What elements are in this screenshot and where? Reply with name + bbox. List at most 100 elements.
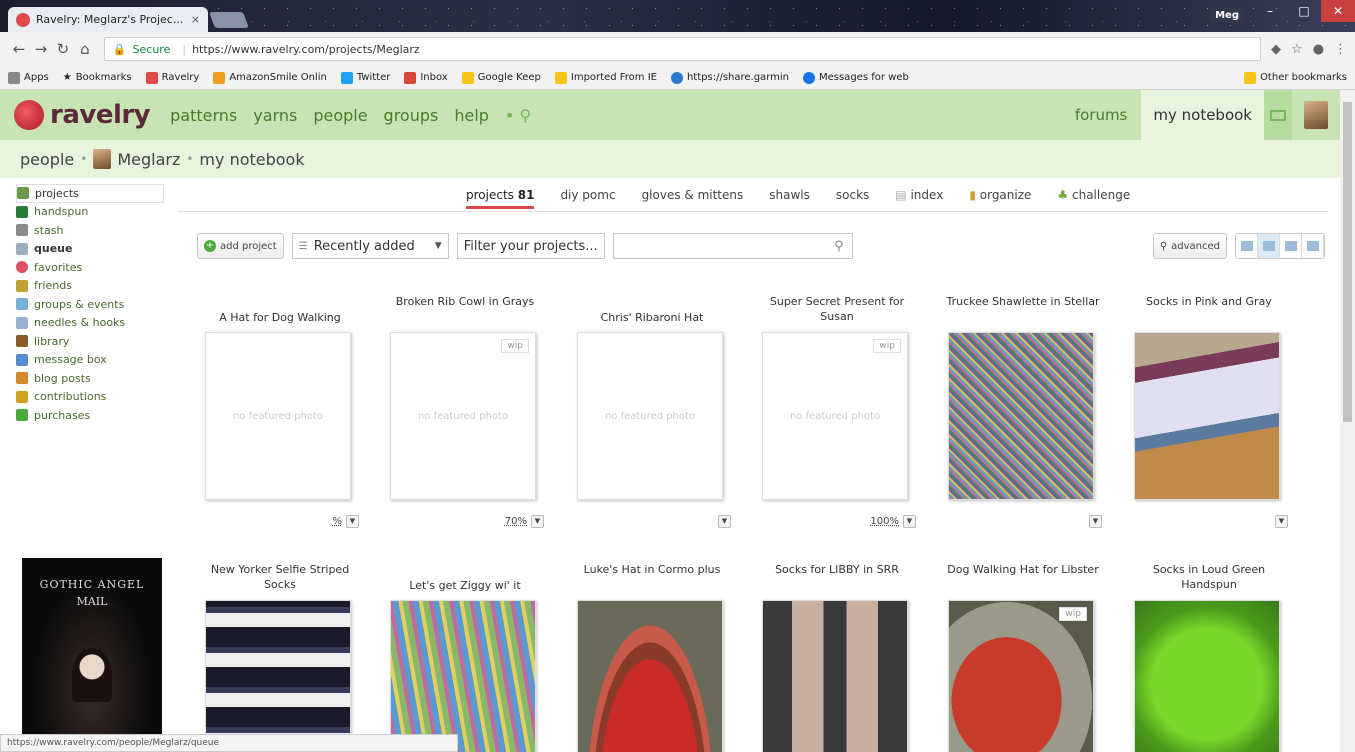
message-icon[interactable] xyxy=(1264,90,1292,140)
project-title[interactable]: Let's get Ziggy wi' it xyxy=(380,578,550,593)
project-photo[interactable] xyxy=(205,600,351,752)
progress-control[interactable]: ▼ xyxy=(1089,515,1102,528)
tab-close-icon[interactable]: × xyxy=(191,13,200,26)
nav-groups[interactable]: groups xyxy=(384,106,439,125)
menu-icon[interactable]: ⋮ xyxy=(1334,42,1347,57)
large-view-icon[interactable] xyxy=(1280,234,1302,258)
bookmark-ravelry[interactable]: Ravelry xyxy=(145,71,199,84)
sidebar-item-blog[interactable]: blog posts xyxy=(16,369,164,388)
sidebar-item-messages[interactable]: message box xyxy=(16,351,164,370)
tab-shawls[interactable]: shawls xyxy=(769,184,810,209)
project-photo[interactable] xyxy=(762,600,908,752)
chevron-down-icon[interactable]: ▼ xyxy=(1089,515,1102,528)
profile-button[interactable]: Meg xyxy=(1209,8,1245,23)
chevron-down-icon[interactable]: ▼ xyxy=(1275,515,1288,528)
tab-socks[interactable]: socks xyxy=(836,184,869,209)
back-icon[interactable]: ← xyxy=(8,40,30,58)
url-input[interactable]: 🔒 Secure | https://www.ravelry.com/proje… xyxy=(103,37,1262,61)
user-avatar[interactable] xyxy=(1292,90,1340,140)
nav-yarns[interactable]: yarns xyxy=(253,106,297,125)
sidebar-item-handspun[interactable]: handspun xyxy=(16,203,164,222)
extension-icon-2[interactable]: ● xyxy=(1313,42,1324,57)
browser-tab[interactable]: Ravelry: Meglarz's Projec... × xyxy=(8,7,208,32)
project-search-input[interactable]: ⚲ xyxy=(612,233,853,259)
project-photo[interactable]: no featured photo xyxy=(577,332,723,500)
tab-gloves-mittens[interactable]: gloves & mittens xyxy=(642,184,744,209)
sidebar-item-contributions[interactable]: contributions xyxy=(16,388,164,407)
project-photo[interactable]: wip no featured photo xyxy=(762,332,908,500)
filter-select[interactable]: Filter your projects... xyxy=(456,233,605,259)
bookmark-ie[interactable]: Imported From IE xyxy=(554,71,657,84)
project-title[interactable]: Socks in Pink and Gray xyxy=(1124,294,1294,309)
chevron-down-icon[interactable]: ▼ xyxy=(903,515,916,528)
project-photo[interactable]: wip xyxy=(948,600,1094,752)
grid-view-icon[interactable] xyxy=(1258,234,1280,258)
bookmark-inbox[interactable]: Inbox xyxy=(404,71,448,84)
progress-control[interactable]: ▼ xyxy=(1275,515,1288,528)
tab-challenge[interactable]: ♣ challenge xyxy=(1057,184,1130,209)
project-title[interactable]: A Hat for Dog Walking xyxy=(195,310,365,325)
project-photo[interactable] xyxy=(1134,600,1280,752)
chevron-down-icon[interactable]: ▼ xyxy=(718,515,731,528)
page-scrollbar[interactable] xyxy=(1340,90,1355,752)
sidebar-item-purchases[interactable]: purchases xyxy=(16,406,164,425)
sidebar-item-favorites[interactable]: favorites xyxy=(16,258,164,277)
project-title[interactable]: Socks for LIBBY in SRR xyxy=(752,562,922,577)
list-view-icon[interactable] xyxy=(1236,234,1258,258)
scrollbar-thumb[interactable] xyxy=(1343,102,1352,422)
close-window-icon[interactable]: ✕ xyxy=(1321,0,1355,22)
sidebar-item-groups[interactable]: groups & events xyxy=(16,295,164,314)
extension-icon[interactable]: ◆ xyxy=(1271,42,1281,57)
home-icon[interactable]: ⌂ xyxy=(74,40,96,58)
add-project-button[interactable]: + add project xyxy=(197,233,284,259)
tab-diy-pomc[interactable]: diy pomc xyxy=(560,184,615,209)
reload-icon[interactable]: ↻ xyxy=(52,40,74,58)
project-title[interactable]: Luke's Hat in Cormo plus xyxy=(567,562,737,577)
nav-people[interactable]: people xyxy=(313,106,367,125)
project-title[interactable]: Dog Walking Hat for Libster xyxy=(938,562,1108,577)
sidebar-item-friends[interactable]: friends xyxy=(16,277,164,296)
project-title[interactable]: Broken Rib Cowl in Grays xyxy=(380,294,550,309)
forward-icon[interactable]: → xyxy=(30,40,52,58)
chevron-down-icon[interactable]: ▼ xyxy=(346,515,359,528)
progress-control[interactable]: % ▼ xyxy=(332,515,359,528)
breadcrumb-people[interactable]: people xyxy=(20,150,74,169)
project-photo[interactable] xyxy=(948,332,1094,500)
other-bookmarks[interactable]: Other bookmarks xyxy=(1244,71,1347,84)
bookmark-twitter[interactable]: Twitter xyxy=(340,71,390,84)
sidebar-item-queue[interactable]: queue xyxy=(16,240,164,259)
project-title[interactable]: New Yorker Selfie Striped Socks xyxy=(195,562,365,592)
search-icon[interactable]: • ⚲ xyxy=(505,106,531,125)
bookmark-amazon[interactable]: AmazonSmile Onlin xyxy=(213,71,327,84)
progress-control[interactable]: 100% ▼ xyxy=(870,515,916,528)
project-title[interactable]: Chris' Ribaroni Hat xyxy=(567,310,737,325)
progress-control[interactable]: ▼ xyxy=(718,515,731,528)
sidebar-advertisement[interactable]: GOTHIC ANGEL MAIL xyxy=(22,558,162,750)
project-photo[interactable]: no featured photo xyxy=(205,332,351,500)
ravelry-logo[interactable]: ravelry xyxy=(14,100,151,130)
nav-patterns[interactable]: patterns xyxy=(170,106,237,125)
new-tab-button[interactable] xyxy=(209,12,249,28)
nav-help[interactable]: help xyxy=(454,106,489,125)
breadcrumb-user[interactable]: Meglarz xyxy=(117,150,180,169)
bookmark-garmin[interactable]: https://share.garmin xyxy=(670,71,789,84)
gallery-view-icon[interactable] xyxy=(1302,234,1324,258)
breadcrumb-notebook[interactable]: my notebook xyxy=(199,150,304,169)
tab-index[interactable]: ▤ index xyxy=(895,184,943,209)
minimize-icon[interactable]: – xyxy=(1253,0,1287,22)
bookmark-messages[interactable]: Messages for web xyxy=(802,71,909,84)
project-photo[interactable] xyxy=(390,600,536,752)
project-title[interactable]: Super Secret Present for Susan xyxy=(752,294,922,324)
chevron-down-icon[interactable]: ▼ xyxy=(531,515,544,528)
advanced-search-button[interactable]: ⚲ advanced xyxy=(1152,233,1227,259)
project-photo[interactable] xyxy=(577,600,723,752)
bookmark-bookmarks[interactable]: ★ Bookmarks xyxy=(63,72,132,83)
sidebar-item-projects[interactable]: projects xyxy=(16,184,164,203)
maximize-icon[interactable]: □ xyxy=(1287,0,1321,22)
tab-projects[interactable]: projects 81 xyxy=(466,184,535,209)
tab-organize[interactable]: ▮ organize xyxy=(969,184,1031,209)
bookmark-star-icon[interactable]: ☆ xyxy=(1291,42,1303,57)
bookmark-apps[interactable]: Apps xyxy=(8,71,49,84)
sort-select[interactable]: ☰ Recently added ▼ xyxy=(291,233,449,259)
sidebar-item-needles[interactable]: needles & hooks xyxy=(16,314,164,333)
